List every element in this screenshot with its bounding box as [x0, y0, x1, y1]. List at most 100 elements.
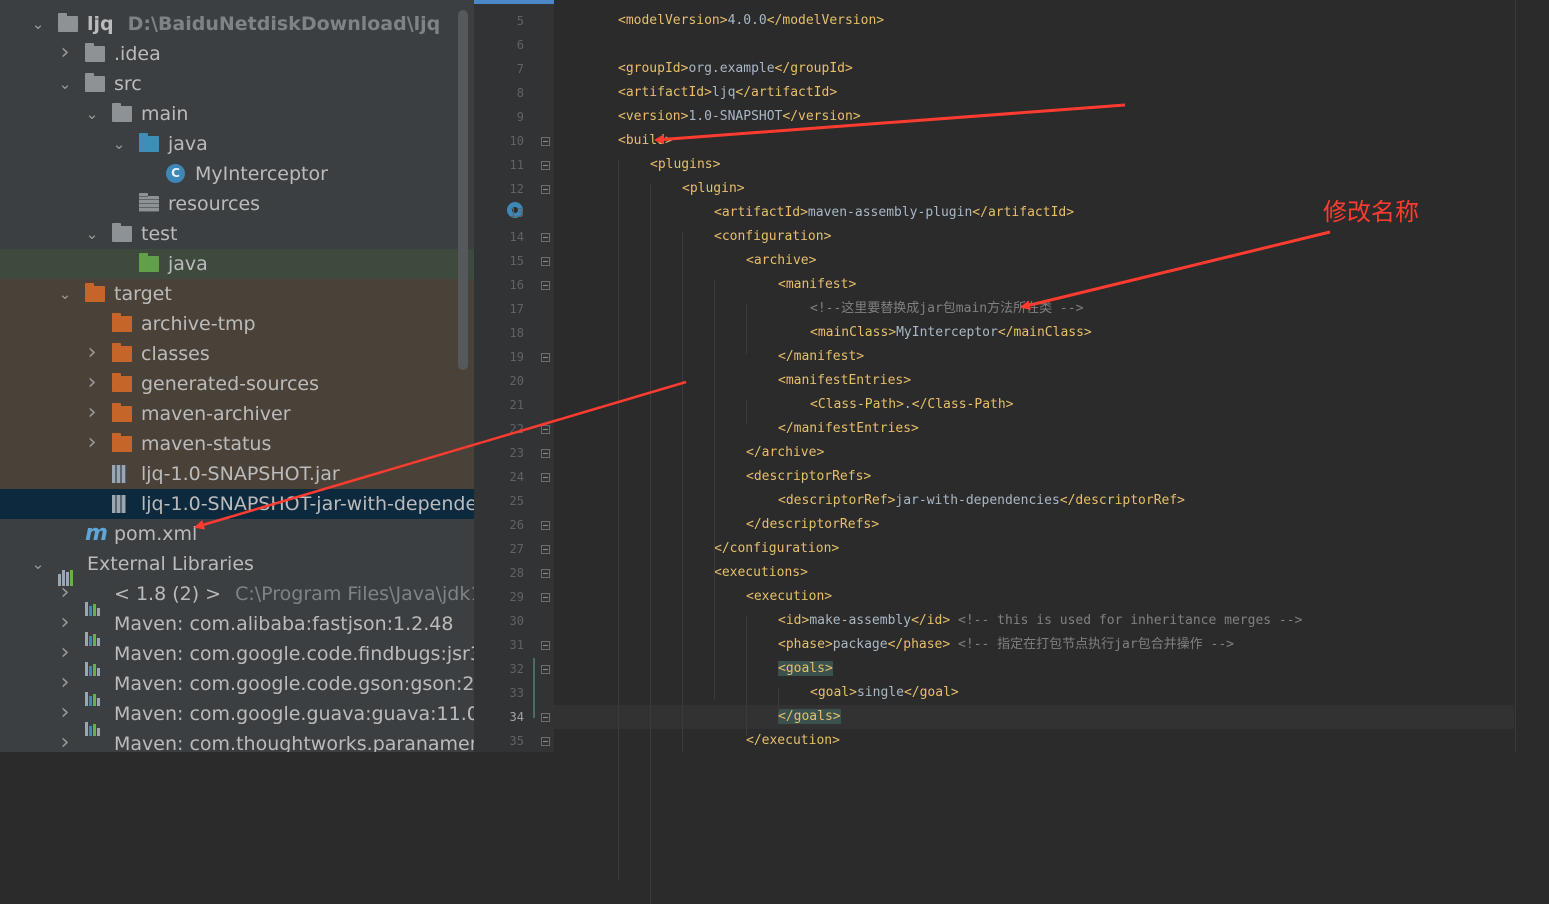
tree-row[interactable]: ⌄ main — [0, 99, 474, 129]
tree-row[interactable]: resources — [0, 189, 474, 219]
fold-toggle-icon[interactable] — [541, 713, 550, 722]
code-line[interactable]: <goals> — [554, 657, 1514, 681]
fold-toggle-icon[interactable] — [541, 281, 550, 290]
chevron-right-icon[interactable]: › — [57, 669, 73, 697]
tree-row[interactable]: java — [0, 249, 474, 279]
tree-row[interactable]: › < 1.8 (2) >C:\Program Files\Java\jdk1.8… — [0, 579, 474, 616]
code-line[interactable]: <mainClass>MyInterceptor</mainClass> — [554, 321, 1514, 345]
fold-toggle-icon[interactable] — [541, 425, 550, 434]
fold-toggle-icon[interactable] — [541, 353, 550, 362]
fold-toggle-icon[interactable] — [541, 545, 550, 554]
code-line[interactable]: </manifestEntries> — [554, 417, 1514, 441]
library-icon — [85, 736, 105, 752]
code-line[interactable]: <artifactId>ljq</artifactId> — [554, 81, 1514, 105]
tree-row[interactable]: ⌄ java — [0, 129, 474, 159]
tree-row[interactable]: C MyInterceptor — [0, 159, 474, 189]
tree-row[interactable]: › Maven: com.alibaba:fastjson:1.2.48 — [0, 609, 474, 646]
project-tree-panel[interactable]: ⌄ ljq D:\BaiduNetdiskDownload\ljq › .idea ⌄ sr… — [0, 0, 474, 752]
code-line[interactable]: <Class-Path>.</Class-Path> — [554, 393, 1514, 417]
tree-row[interactable]: › Maven: com.google.guava:guava:11.0.2 — [0, 699, 474, 736]
chevron-down-icon[interactable]: ⌄ — [84, 99, 100, 129]
code-line[interactable]: <execution> — [554, 585, 1514, 609]
tree-row[interactable]: › .idea — [0, 39, 474, 69]
chevron-right-icon[interactable]: › — [84, 339, 100, 367]
xml-text — [950, 637, 958, 652]
code-line[interactable]: <manifest> — [554, 273, 1514, 297]
code-line[interactable]: <modelVersion>4.0.0</modelVersion> — [554, 9, 1514, 33]
chevron-right-icon[interactable]: › — [57, 699, 73, 727]
code-line[interactable]: <!--这里要替换成jar包main方法所在类 --> — [554, 297, 1514, 321]
tree-row[interactable]: ⌄ test — [0, 219, 474, 249]
code-line[interactable]: <configuration> — [554, 225, 1514, 249]
tree-row[interactable]: › maven-archiver — [0, 399, 474, 429]
tree-row[interactable]: › maven-status — [0, 429, 474, 459]
line-number: 28 — [509, 566, 524, 580]
tree-row[interactable]: ⌄ External Libraries — [0, 549, 474, 586]
fold-toggle-icon[interactable] — [541, 233, 550, 242]
code-line[interactable]: <id>make-assembly</id> <!-- this is used… — [554, 609, 1514, 633]
code-line[interactable]: </manifest> — [554, 345, 1514, 369]
code-line[interactable]: </execution> — [554, 729, 1514, 753]
fold-toggle-icon[interactable] — [541, 665, 550, 674]
code-line[interactable]: <archive> — [554, 249, 1514, 273]
chevron-right-icon[interactable]: › — [57, 729, 73, 752]
tree-row[interactable]: archive-tmp — [0, 309, 474, 339]
tree-row[interactable]: › classes — [0, 339, 474, 369]
code-line[interactable]: <executions> — [554, 561, 1514, 585]
xml-tag: <id> — [778, 613, 810, 628]
line-number: 12 — [509, 182, 524, 196]
code-line[interactable]: <build> — [554, 129, 1514, 153]
tree-row-path: D:\BaiduNetdiskDownload\ljq — [127, 13, 441, 35]
tree-row[interactable]: › Maven: com.google.code.findbugs:jsr305:… — [0, 639, 474, 676]
line-number: 9 — [516, 110, 524, 124]
fold-toggle-icon[interactable] — [541, 593, 550, 602]
chevron-right-icon[interactable]: › — [57, 609, 73, 637]
code-line[interactable]: <phase>package</phase> <!-- 指定在打包节点执行jar… — [554, 633, 1514, 657]
fold-toggle-icon[interactable] — [541, 521, 550, 530]
tree-row[interactable]: ⌄ target — [0, 279, 474, 309]
code-line[interactable]: <goal>single</goal> — [554, 681, 1514, 705]
chevron-right-icon[interactable]: › — [84, 399, 100, 427]
code-line[interactable]: <version>1.0-SNAPSHOT</version> — [554, 105, 1514, 129]
xml-tag: <configuration> — [714, 229, 832, 244]
tree-row[interactable]: ljq-1.0-SNAPSHOT-jar-with-dependencies — [0, 489, 474, 519]
code-line[interactable]: <manifestEntries> — [554, 369, 1514, 393]
code-line[interactable] — [554, 33, 1514, 57]
chevron-down-icon[interactable]: ⌄ — [57, 279, 73, 309]
fold-toggle-icon[interactable] — [541, 161, 550, 170]
code-line[interactable]: <descriptorRef>jar-with-dependencies</de… — [554, 489, 1514, 513]
chevron-down-icon[interactable]: ⌄ — [111, 129, 127, 159]
code-line[interactable]: </configuration> — [554, 537, 1514, 561]
tree-row[interactable]: ⌄ ljq D:\BaiduNetdiskDownload\ljq — [0, 9, 474, 39]
chevron-down-icon[interactable]: ⌄ — [57, 69, 73, 99]
tree-row[interactable]: ljq-1.0-SNAPSHOT.jar — [0, 459, 474, 489]
code-line[interactable]: <plugins> — [554, 153, 1514, 177]
tree-row[interactable]: ⌄ src — [0, 69, 474, 99]
tree-row[interactable]: › Maven: com.thoughtworks.paranamer:paran… — [0, 729, 474, 752]
code-line[interactable]: </archive> — [554, 441, 1514, 465]
fold-toggle-icon[interactable] — [541, 737, 550, 746]
code-line[interactable]: </goals> — [554, 705, 1514, 729]
code-line[interactable]: <groupId>org.example</groupId> — [554, 57, 1514, 81]
tree-row[interactable]: m pom.xml — [0, 519, 474, 549]
tree-scrollbar[interactable] — [458, 10, 468, 370]
fold-toggle-icon[interactable] — [541, 185, 550, 194]
fold-toggle-icon[interactable] — [541, 137, 550, 146]
chevron-right-icon[interactable]: › — [84, 369, 100, 397]
code-line[interactable]: </descriptorRefs> — [554, 513, 1514, 537]
fold-toggle-icon[interactable] — [541, 257, 550, 266]
tree-row[interactable]: › generated-sources — [0, 369, 474, 399]
chevron-right-icon[interactable]: › — [84, 429, 100, 457]
chevron-right-icon[interactable]: › — [57, 39, 73, 67]
chevron-right-icon[interactable]: › — [57, 639, 73, 667]
code-line[interactable]: <descriptorRefs> — [554, 465, 1514, 489]
fold-toggle-icon[interactable] — [541, 641, 550, 650]
chevron-down-icon[interactable]: ⌄ — [30, 549, 46, 579]
fold-toggle-icon[interactable] — [541, 449, 550, 458]
chevron-down-icon[interactable]: ⌄ — [84, 219, 100, 249]
chevron-down-icon[interactable]: ⌄ — [30, 9, 46, 39]
fold-toggle-icon[interactable] — [541, 473, 550, 482]
chevron-right-icon[interactable]: › — [57, 579, 73, 607]
fold-toggle-icon[interactable] — [541, 569, 550, 578]
tree-row[interactable]: › Maven: com.google.code.gson:gson:2.2.2 — [0, 669, 474, 706]
